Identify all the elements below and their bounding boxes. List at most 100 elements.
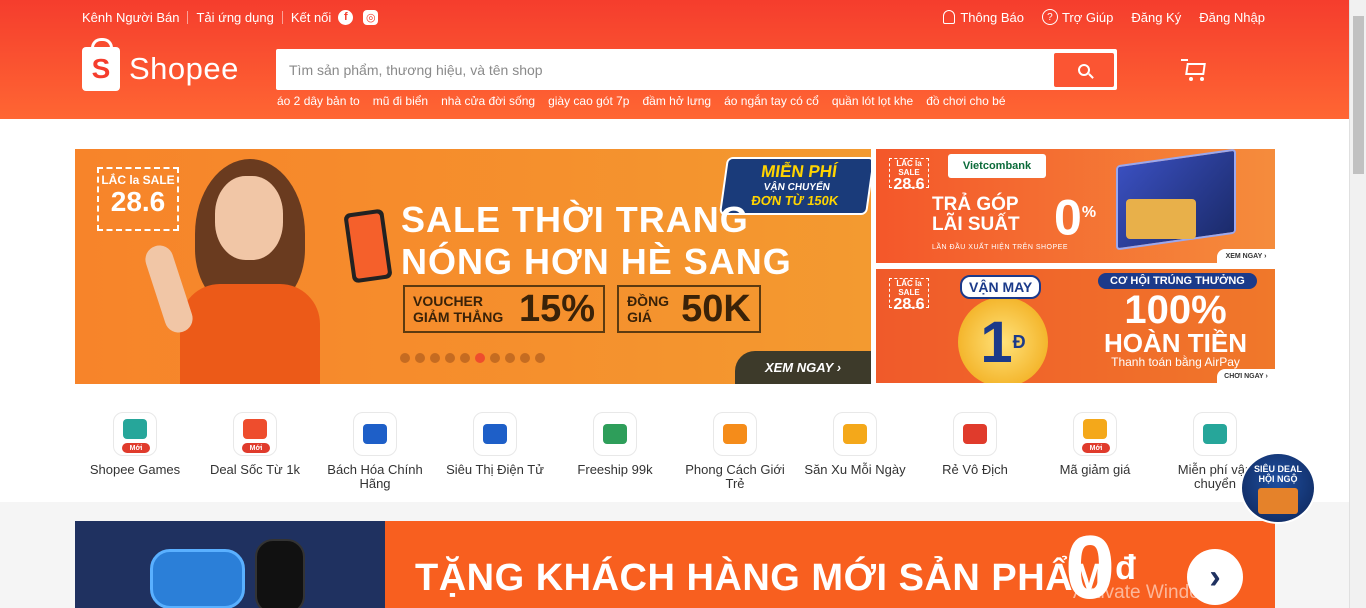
register-link[interactable]: Đăng Ký [1131, 10, 1181, 25]
speaker-image [150, 549, 245, 608]
bell-icon [943, 10, 956, 24]
installment-banner[interactable]: LẮC la SALE 28.6 Vietcombank TRẢ GÓP LÃI… [876, 149, 1275, 263]
freeship-ticket-icon [1193, 412, 1237, 456]
carousel-dot[interactable] [505, 353, 515, 363]
suggestion-link[interactable]: áo ngắn tay có cổ [724, 94, 819, 108]
category-label: Săn Xu Mỗi Ngày [804, 462, 906, 477]
new-badge: Mới [242, 443, 270, 453]
voucher-vnd-icon: Mới [1073, 412, 1117, 456]
airpay-banner[interactable]: LẮC la SALE 28.6 1Đ VẬN MAY CƠ HỘI TRÚNG… [876, 269, 1275, 383]
carousel-dot[interactable] [400, 353, 410, 363]
coin-image: 1Đ [958, 297, 1048, 383]
banner-headline: SALE THỜI TRANG NÓNG HƠN HÈ SANG [401, 199, 792, 282]
category-label: Deal Sốc Từ 1k [209, 462, 301, 477]
carousel-dot[interactable] [490, 353, 500, 363]
category-label: Phong Cách Giới Trẻ [685, 462, 785, 491]
carousel-dot[interactable] [475, 353, 485, 363]
category-label: Siêu Thị Điện Tử [446, 462, 544, 477]
carousel-dot[interactable] [445, 353, 455, 363]
instagram-icon[interactable]: ◎ [363, 9, 379, 25]
category-label: Rẻ Vô Địch [942, 462, 1008, 477]
credit-card-image [1126, 199, 1196, 239]
help-link[interactable]: ? Trợ Giúp [1041, 9, 1114, 25]
divider [187, 10, 189, 24]
shopee-logo[interactable]: S Shopee [82, 38, 239, 91]
notifications-label: Thông Báo [960, 9, 1024, 25]
smartband-image [255, 539, 305, 608]
same-price-box: ĐỒNG GIÁ 50K [617, 285, 761, 333]
sale-tag: LẮC la SALE 28.6 [889, 158, 929, 193]
category-item[interactable]: Săn Xu Mỗi Ngày [795, 412, 915, 491]
activate-windows-watermark: Activate Windows [1073, 582, 1223, 603]
category-item[interactable]: Mới Mã giảm giá [1035, 412, 1155, 491]
view-now-button[interactable]: XEM NGAY › [1217, 249, 1275, 263]
suggestion-link[interactable]: áo 2 dây bản to [277, 94, 360, 108]
facebook-icon[interactable]: f [338, 9, 354, 25]
category-item[interactable]: Siêu Thị Điện Tử [435, 412, 555, 491]
voucher-box: VOUCHER GIẢM THẲNG 15% [403, 285, 606, 333]
category-shortcuts: Mới Shopee Games Mới Deal Sốc Từ 1k Bách Hóa… [75, 412, 1275, 491]
main-carousel-banner[interactable]: LẮC la SALE 28.6 MIỄN PHÍ VẬN CHUYỂN ĐƠN… [75, 149, 871, 384]
category-label: Freeship 99k [577, 462, 653, 477]
notifications-link[interactable]: Thông Báo [943, 10, 1024, 25]
search-input[interactable] [279, 52, 1054, 87]
freeship-99k-icon [593, 412, 637, 456]
suggestion-link[interactable]: đầm hở lưng [642, 94, 711, 108]
category-label: Bách Hóa Chính Hãng [327, 462, 423, 491]
logo-text: Shopee [129, 51, 239, 86]
download-app-link[interactable]: Tải ứng dụng [196, 10, 273, 25]
category-item[interactable]: Mới Shopee Games [75, 412, 195, 491]
page-scrollbar[interactable] [1349, 0, 1366, 608]
devices-icon [473, 412, 517, 456]
help-label: Trợ Giúp [1061, 9, 1114, 25]
category-label: Mã giảm giá [1059, 462, 1131, 477]
cart-button[interactable] [1181, 58, 1207, 82]
category-item[interactable]: Freeship 99k [555, 412, 675, 491]
super-deal-floating-badge[interactable]: SIÊU DEAL HỘI NGỘ [1240, 452, 1316, 524]
carousel-dot[interactable] [415, 353, 425, 363]
gift-box-icon [1258, 488, 1298, 514]
suggestion-link[interactable]: nhà cửa đời sống [441, 94, 535, 108]
carousel-dot[interactable] [520, 353, 530, 363]
carousel-dot[interactable] [460, 353, 470, 363]
play-now-button[interactable]: CHƠI NGAY › [1217, 369, 1275, 383]
suggestion-link[interactable]: mũ đi biển [373, 94, 428, 108]
cheap-badge-icon [953, 412, 997, 456]
search-suggestions: áo 2 dây bản to mũ đi biển nhà cửa đời s… [277, 94, 1019, 108]
category-item[interactable]: Rẻ Vô Địch [915, 412, 1035, 491]
suggestion-link[interactable]: đồ chơi cho bé [926, 94, 1005, 108]
lucky-label: VẬN MAY [960, 275, 1042, 299]
category-item[interactable]: Mới Deal Sốc Từ 1k [195, 412, 315, 491]
cart-icon [353, 412, 397, 456]
seller-channel-link[interactable]: Kênh Người Bán [82, 10, 179, 25]
view-now-button[interactable]: XEM NGAY › [735, 351, 871, 384]
carousel-dot[interactable] [535, 353, 545, 363]
login-link[interactable]: Đăng Nhập [1199, 10, 1265, 25]
scrollbar-thumb[interactable] [1353, 16, 1364, 174]
category-item[interactable]: Bách Hóa Chính Hãng [315, 412, 435, 491]
top-navbar: Kênh Người Bán Tải ứng dụng Kết nối f ◎ … [82, 6, 1265, 28]
promo-boxes: VOUCHER GIẢM THẲNG 15% ĐỒNG GIÁ 50K [403, 285, 761, 333]
suggestion-link[interactable]: quần lót lọt khe [832, 94, 913, 108]
refund-text: 100% HOÀN TIỀN Thanh toán bằng AirPay [1104, 288, 1247, 369]
search-icon [1078, 63, 1090, 76]
cart-icon [1181, 59, 1188, 61]
carousel-dots[interactable] [400, 353, 545, 363]
connect-label: Kết nối [290, 9, 332, 25]
suggestion-link[interactable]: giày cao gót 7p [548, 94, 629, 108]
new-badge: Mới [122, 443, 150, 453]
installment-subline: LẦN ĐẦU XUẤT HIỆN TRÊN SHOPEE [932, 244, 1068, 251]
coins-icon [833, 412, 877, 456]
search-button[interactable] [1054, 52, 1114, 87]
category-item[interactable]: Phong Cách Giới Trẻ [675, 412, 795, 491]
carousel-dot[interactable] [430, 353, 440, 363]
shopee-bag-icon: S [82, 38, 120, 91]
installment-text: TRẢ GÓP LÃI SUẤT 0% [932, 189, 1097, 246]
lightbulb-icon [713, 412, 757, 456]
divider [281, 10, 283, 24]
header: Kênh Người Bán Tải ứng dụng Kết nối f ◎ … [0, 0, 1349, 119]
question-icon: ? [1041, 9, 1058, 25]
sale-tag: LẮC la SALE 28.6 [889, 278, 929, 313]
vietcombank-logo: Vietcombank [948, 154, 1046, 178]
ticket-fire-icon: Mới [233, 412, 277, 456]
